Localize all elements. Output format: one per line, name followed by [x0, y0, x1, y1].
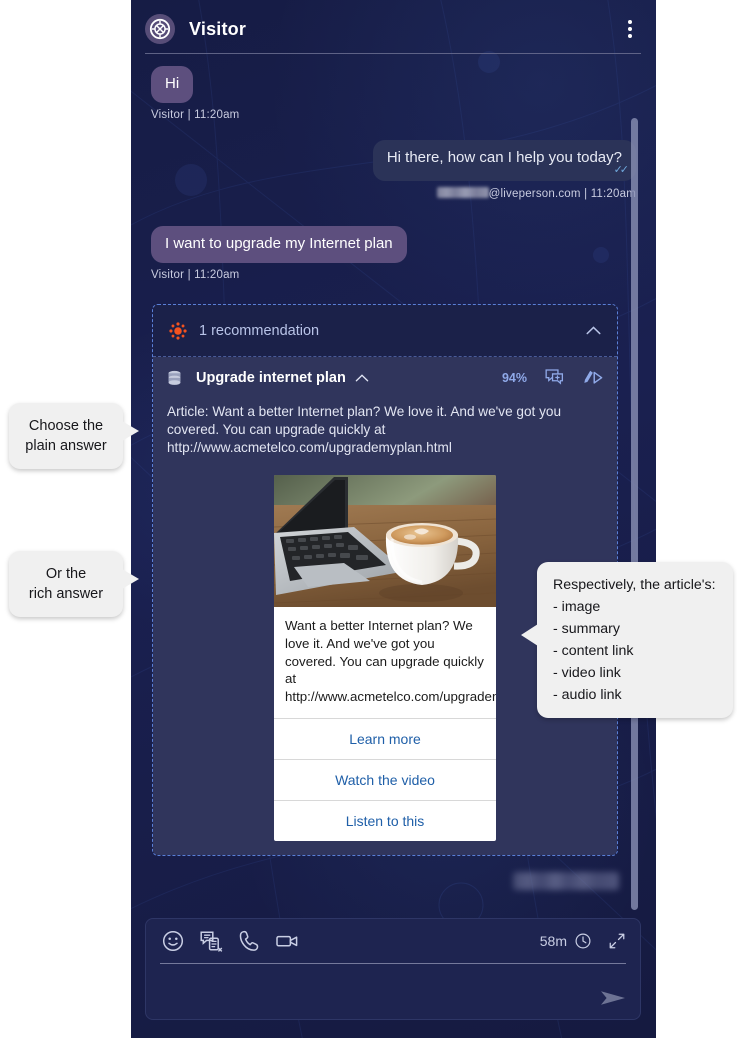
recommendation-title: Upgrade internet plan — [196, 370, 346, 386]
message-bubble: Hi — [151, 66, 194, 103]
chat-panel: Visitor Hi Visitor | 11:20am Hi there, h… — [131, 0, 656, 1038]
session-timer: 58m — [540, 932, 626, 950]
meta-sender: @liveperson.com — [488, 187, 581, 200]
phone-icon[interactable] — [236, 929, 262, 953]
composer-toolbar: 58m — [146, 919, 640, 963]
card-summary-text: Want a better Internet plan? We love it.… — [285, 618, 496, 704]
sun-burst-icon — [169, 321, 187, 340]
vertical-scrollbar[interactable] — [631, 118, 638, 910]
header-divider — [145, 53, 641, 54]
callout-article-parts: Respectively, the article's: - image - s… — [521, 562, 733, 718]
learn-more-link[interactable]: Learn more — [274, 717, 496, 759]
callout-or-rich-answer: Or the rich answer — [9, 551, 139, 617]
visitor-wheel-icon — [149, 18, 171, 40]
message-meta: @liveperson.com | 11:20am — [151, 186, 636, 200]
callout-item: - video link — [553, 665, 621, 681]
emoji-icon[interactable] — [160, 929, 186, 953]
callout-tail — [521, 624, 538, 646]
watch-the-video-link[interactable]: Watch the video — [274, 758, 496, 800]
message-meta: Visitor | 11:20am — [151, 269, 407, 281]
clock-icon — [574, 932, 592, 950]
message-visitor-upgrade: I want to upgrade my Internet plan Visit… — [131, 226, 427, 281]
listen-to-this-link[interactable]: Listen to this — [274, 799, 496, 841]
recommendation-title-row[interactable]: Upgrade internet plan 94% — [153, 357, 617, 399]
redacted-sender-name — [436, 186, 489, 198]
recommendation-header[interactable]: 1 recommendation — [153, 305, 617, 357]
avatar — [145, 14, 175, 44]
callout-item: - audio link — [553, 687, 622, 703]
screenshot-root: Visitor Hi Visitor | 11:20am Hi there, h… — [0, 0, 737, 1038]
expand-arrows-icon[interactable] — [608, 932, 626, 950]
message-composer: 58m — [145, 918, 641, 1020]
read-receipt-icon: ✓✓ — [613, 164, 630, 176]
message-visitor-hi: Hi Visitor | 11:20am — [131, 66, 259, 121]
callout-line-1: Choose the — [28, 418, 104, 434]
laptop-and-coffee-photo — [274, 475, 496, 608]
callout-line-2: plain answer — [25, 438, 107, 454]
message-agent-greeting: Hi there, how can I help you today? ✓✓ @… — [131, 140, 656, 200]
meta-time: 11:20am — [194, 268, 240, 281]
message-input[interactable] — [146, 964, 640, 1020]
callout-tail — [122, 421, 139, 441]
send-arrow-icon[interactable] — [600, 988, 626, 1008]
meta-sender: Visitor — [151, 268, 185, 281]
meta-time: 11:20am — [194, 108, 240, 121]
message-meta: Visitor | 11:20am — [151, 109, 239, 121]
agent-assist-watermark — [513, 872, 619, 890]
edit-and-send-icon[interactable] — [583, 369, 603, 387]
meta-time: 11:20am — [590, 187, 636, 200]
scrollbar-thumb[interactable] — [631, 118, 638, 910]
callout-line-1: Or the — [45, 566, 87, 582]
timer-value: 58m — [539, 933, 567, 949]
chevron-up-icon[interactable] — [586, 324, 601, 337]
video-camera-icon[interactable] — [274, 929, 300, 953]
message-bubble: Hi there, how can I help you today? ✓✓ — [372, 140, 636, 181]
recommendation-count-label: 1 recommendation — [199, 322, 320, 339]
callout-item: - content link — [553, 643, 634, 659]
rich-card: Want a better Internet plan? We love it.… — [274, 475, 496, 841]
meta-separator: | — [187, 268, 191, 281]
callout-item: - summary — [553, 621, 620, 637]
confidence-score: 94% — [501, 371, 527, 385]
message-stream: Hi Visitor | 11:20am Hi there, how can I… — [131, 58, 656, 928]
page-title: Visitor — [189, 18, 247, 39]
send-to-chat-icon[interactable] — [545, 369, 565, 387]
recommendation-article-text: Article: Want a better Internet plan? We… — [167, 404, 562, 456]
callout-tail — [122, 569, 139, 589]
database-icon — [168, 370, 181, 385]
meta-separator: | — [584, 187, 588, 200]
callout-title: Respectively, the article's: — [553, 577, 716, 593]
message-bubble: I want to upgrade my Internet plan — [151, 226, 407, 263]
meta-separator: | — [187, 108, 191, 121]
chevron-up-icon[interactable] — [355, 371, 369, 385]
chat-header: Visitor — [131, 0, 656, 58]
predefined-content-icon[interactable] — [198, 929, 224, 953]
kebab-menu-icon[interactable] — [624, 16, 636, 42]
callout-line-2: rich answer — [28, 586, 104, 602]
callout-item: - image — [553, 599, 601, 615]
meta-sender: Visitor — [151, 108, 185, 121]
message-text: Hi there, how can I help you today? — [386, 149, 622, 166]
callout-choose-plain-answer: Choose the plain answer — [9, 403, 139, 469]
